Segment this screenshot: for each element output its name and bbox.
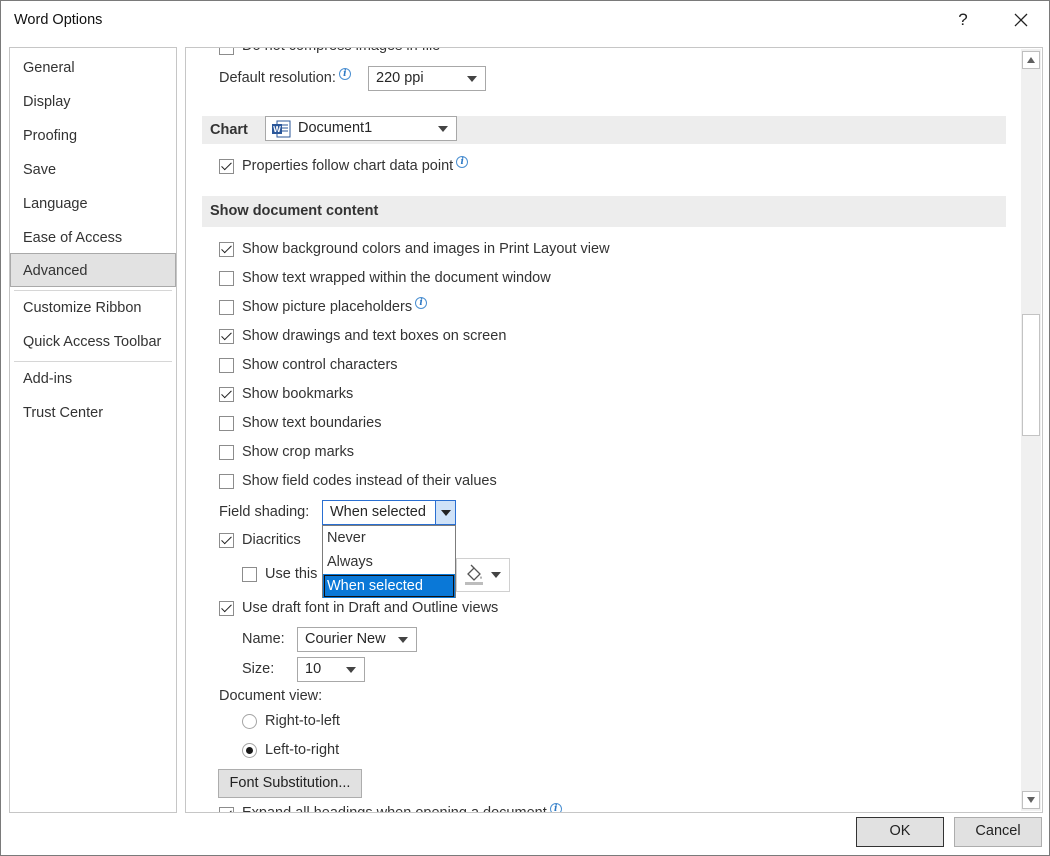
word-options-dialog: Word Options ? General Display Proofing … [0, 0, 1050, 856]
show-text-wrapped-label: Show text wrapped within the document wi… [242, 270, 551, 286]
show-bookmarks-label: Show bookmarks [242, 386, 354, 402]
resolution-label: Default resolution: i [219, 67, 351, 89]
use-this-color-checkbox[interactable] [242, 567, 257, 582]
info-icon: i [338, 68, 351, 80]
title-bar: Word Options ? [1, 1, 1049, 41]
font-substitution-button[interactable]: Font Substitution... [218, 769, 362, 798]
nav-item-customize-ribbon[interactable]: Customize Ribbon [10, 291, 176, 325]
show-picture-placeholders-label: Show picture placeholders i [242, 296, 428, 318]
advanced-options-panel: Do not compress images in file Default r… [185, 47, 1043, 813]
field-shading-options-list: Never Always When selected [322, 525, 456, 598]
font-size-label: Size: [242, 661, 275, 677]
field-shading-option-always[interactable]: Always [323, 550, 455, 574]
font-size-dropdown[interactable]: 10 [297, 657, 365, 682]
nav-item-display[interactable]: Display [10, 85, 176, 119]
chevron-down-icon [438, 126, 448, 132]
right-to-left-radio[interactable] [242, 714, 257, 729]
chevron-down-icon [435, 501, 455, 524]
cancel-button[interactable]: Cancel [954, 817, 1042, 847]
use-this-color-label: Use this [265, 566, 318, 582]
field-shading-value: When selected [330, 504, 426, 520]
show-background-label: Show background colors and images in Pri… [242, 241, 610, 257]
show-drawings-label: Show drawings and text boxes on screen [242, 328, 507, 344]
scroll-thumb[interactable] [1022, 314, 1040, 436]
diacritics-checkbox[interactable] [219, 533, 234, 548]
options-nav: General Display Proofing Save Language E… [9, 47, 177, 813]
expand-headings-label: Expand all headings when opening a docum… [242, 802, 562, 812]
compress-images-label: Do not compress images in file [242, 48, 440, 57]
nav-item-advanced[interactable]: Advanced [10, 253, 176, 287]
font-name-dropdown[interactable]: Courier New [297, 627, 417, 652]
diacritics-color-picker[interactable] [456, 558, 510, 592]
show-crop-marks-label: Show crop marks [242, 444, 355, 460]
field-shading-option-when-selected[interactable]: When selected [323, 574, 455, 598]
show-content-section-header: Show document content [202, 196, 1006, 227]
info-icon: i [456, 156, 469, 168]
nav-item-add-ins[interactable]: Add-ins [10, 362, 176, 396]
font-size-value: 10 [305, 661, 322, 677]
scroll-up-button[interactable] [1022, 51, 1040, 69]
compress-images-checkbox[interactable] [219, 48, 234, 55]
close-button[interactable] [999, 5, 1043, 35]
show-bookmarks-checkbox[interactable] [219, 387, 234, 402]
nav-item-proofing[interactable]: Proofing [10, 119, 176, 153]
nav-item-quick-access-toolbar[interactable]: Quick Access Toolbar [10, 325, 176, 359]
show-field-codes-checkbox[interactable] [219, 474, 234, 489]
diacritics-label: Diacritics [242, 532, 301, 548]
word-document-icon: W [272, 120, 291, 138]
field-shading-option-never[interactable]: Never [323, 526, 455, 550]
resolution-dropdown[interactable]: 220 ppi [368, 66, 486, 91]
nav-item-save[interactable]: Save [10, 153, 176, 187]
chart-document-value: Document1 [298, 120, 373, 136]
field-shading-label: Field shading: [219, 504, 310, 520]
scroll-down-button[interactable] [1022, 791, 1040, 809]
draft-font-checkbox[interactable] [219, 601, 234, 616]
properties-follow-checkbox[interactable] [219, 159, 234, 174]
show-control-characters-label: Show control characters [242, 357, 398, 373]
paint-bucket-icon [465, 564, 483, 585]
right-to-left-label: Right-to-left [265, 713, 340, 729]
field-shading-dropdown[interactable]: When selected [322, 500, 456, 525]
chevron-down-icon [467, 76, 477, 82]
dialog-title: Word Options [14, 12, 103, 28]
show-field-codes-label: Show field codes instead of their values [242, 473, 497, 489]
nav-item-trust-center[interactable]: Trust Center [10, 396, 176, 430]
show-text-boundaries-checkbox[interactable] [219, 416, 234, 431]
expand-headings-checkbox[interactable] [219, 807, 234, 812]
left-to-right-label: Left-to-right [265, 742, 340, 758]
chevron-down-icon [491, 572, 501, 578]
ok-button[interactable]: OK [856, 817, 944, 847]
chevron-down-icon [398, 637, 408, 643]
chevron-down-icon [346, 667, 356, 673]
left-to-right-radio[interactable] [242, 743, 257, 758]
info-icon: i [415, 297, 428, 309]
show-text-boundaries-label: Show text boundaries [242, 415, 382, 431]
svg-text:W: W [273, 125, 281, 134]
help-icon: ? [958, 10, 968, 29]
nav-item-language[interactable]: Language [10, 187, 176, 221]
show-background-checkbox[interactable] [219, 242, 234, 257]
font-name-value: Courier New [305, 631, 386, 647]
resolution-value: 220 ppi [376, 70, 424, 86]
show-picture-placeholders-checkbox[interactable] [219, 300, 234, 315]
info-icon: i [549, 803, 562, 812]
help-button[interactable]: ? [943, 5, 983, 35]
nav-item-general[interactable]: General [10, 51, 176, 85]
show-drawings-checkbox[interactable] [219, 329, 234, 344]
show-text-wrapped-checkbox[interactable] [219, 271, 234, 286]
show-control-characters-checkbox[interactable] [219, 358, 234, 373]
show-crop-marks-checkbox[interactable] [219, 445, 234, 460]
document-view-label: Document view: [219, 688, 323, 704]
nav-item-ease-of-access[interactable]: Ease of Access [10, 221, 176, 255]
properties-follow-label: Properties follow chart data point i [242, 155, 469, 177]
draft-font-label: Use draft font in Draft and Outline view… [242, 600, 499, 616]
close-icon [1014, 13, 1028, 27]
chart-document-dropdown[interactable]: W Document1 [265, 116, 457, 141]
font-name-label: Name: [242, 631, 285, 647]
content-scrollbar[interactable] [1021, 49, 1041, 811]
